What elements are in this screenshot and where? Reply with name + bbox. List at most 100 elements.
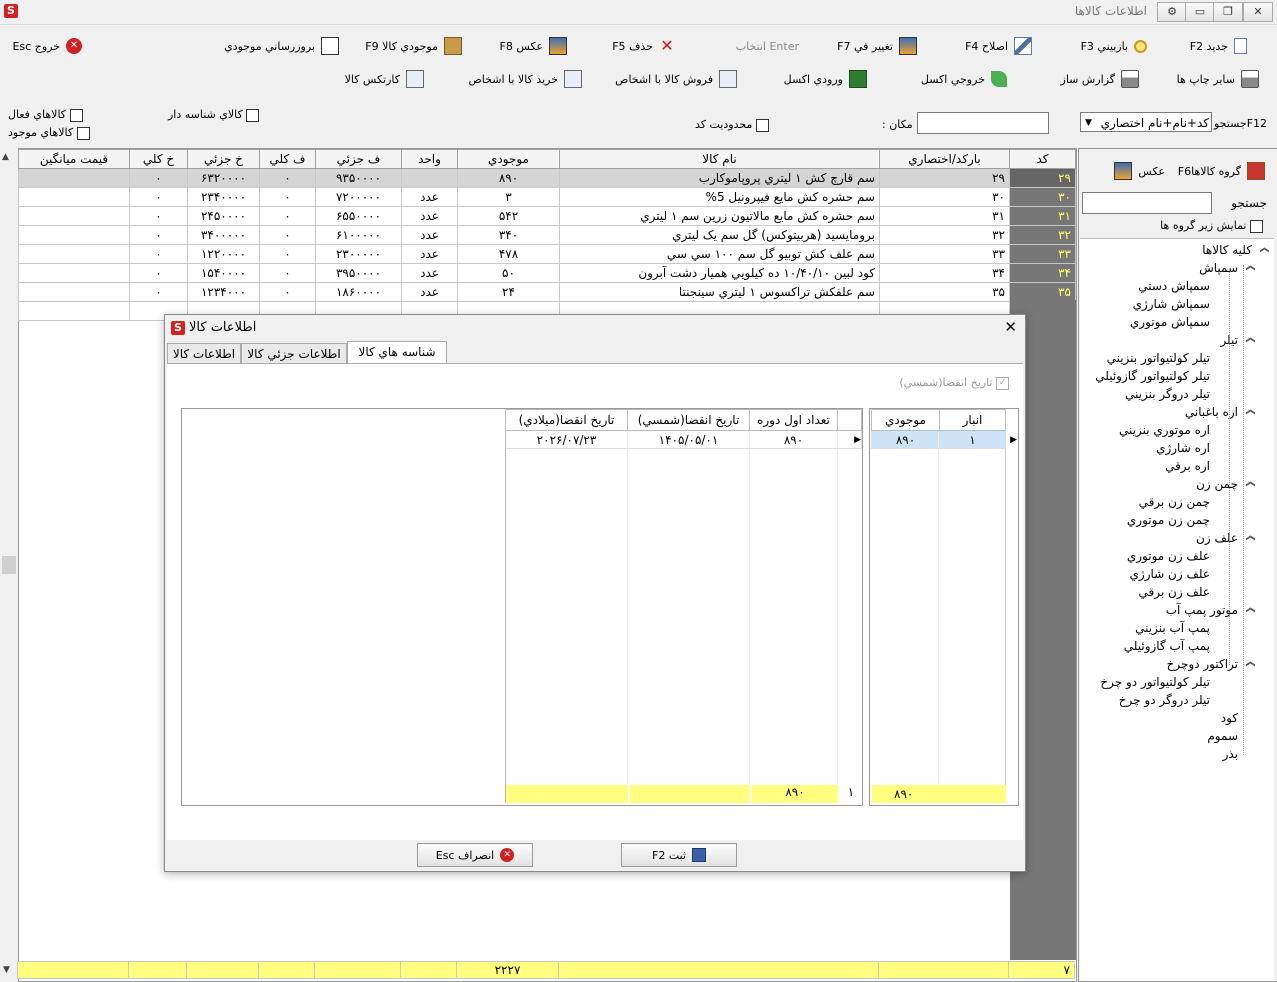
grid-col-header[interactable]: واحد	[401, 149, 458, 169]
scroll-down-icon[interactable]: ▼	[3, 965, 10, 975]
sidebar-photo-button[interactable]: عکس	[1114, 160, 1165, 182]
show-subgroups-checkbox[interactable]	[1250, 219, 1263, 233]
grid-col-header[interactable]: قيمت ميانگين	[18, 149, 130, 169]
grid-col-header[interactable]: موجودي	[457, 149, 560, 169]
sidebar-search-input[interactable]	[1082, 192, 1212, 214]
available-goods-filter[interactable]: کالاهاي موجود	[8, 126, 90, 140]
place-input[interactable]	[917, 112, 1049, 134]
restore-button[interactable]: ❐	[1213, 2, 1243, 22]
tree-node[interactable]: کليه کالاها	[1202, 243, 1252, 257]
goods-groups-button[interactable]: گروه کالاهاF6	[1178, 160, 1265, 182]
cancel-button[interactable]: ✕ انصراف Esc	[417, 843, 533, 867]
tree-node[interactable]: تيلر کولتيواتور بنزيني	[1107, 351, 1210, 365]
tree-node[interactable]: اره باغباني	[1185, 405, 1238, 419]
scrollbar-thumb[interactable]	[2, 556, 16, 574]
groups-tree[interactable]: کليه کالاها ❯ سمپاش ❯ سمپاش دستي سمپاش شارژي س…	[1080, 238, 1274, 981]
expiry-date-checkbox[interactable]: ✓	[996, 376, 1009, 390]
tree-node[interactable]: تيلر کولتيواتور دو چرخ	[1100, 675, 1210, 689]
tree-node[interactable]: موتور پمپ آب	[1166, 603, 1238, 617]
table-row[interactable]: ۲۹ ۲۹ سم قارچ کش ۱ ليتري پروپاموکارب ۸۹۰ ۹۳۵…	[18, 168, 1076, 188]
toolbar-excel-export-button[interactable]: خروجي اکسل	[921, 68, 1007, 90]
tree-node[interactable]: تيلر دروگر دو چرخ	[1119, 693, 1210, 707]
grid-col-header[interactable]: خ کلي	[129, 149, 188, 169]
chevron-down-icon[interactable]: ❯	[1259, 246, 1269, 254]
chevron-down-icon[interactable]: ❯	[1245, 606, 1255, 614]
toolbar-kardex-button[interactable]: کارتکس کالا	[345, 68, 424, 90]
tree-node[interactable]: سمپاش موتوري	[1130, 315, 1210, 329]
dialog-close-icon[interactable]: ✕	[1004, 318, 1017, 336]
available-goods-checkbox[interactable]	[76, 126, 90, 140]
table-row[interactable]: ۳۲ ۳۲ برومايسيد (هربيتوکس) گل سم يک ليتري ۳…	[18, 225, 1076, 245]
table-row[interactable]: ۳۳ ۳۳ سم علف کش توبيو گل سم ۱۰۰ سي سي ۴۷۸ عد…	[18, 244, 1076, 264]
toolbar-select-button[interactable]: Enter انتخاب	[736, 35, 799, 57]
table-row[interactable]: ۳۴ ۳۴ کود لبين ۱۰/۴۰/۱۰ ده کيلويي هميار دش…	[18, 263, 1076, 283]
toolbar-update-stock-button[interactable]: بروزرساني موجودي	[224, 35, 339, 57]
active-goods-checkbox[interactable]	[69, 108, 83, 122]
toolbar-excel-import-button[interactable]: ورودي اکسل	[784, 68, 867, 90]
scroll-up-icon[interactable]: ▲	[2, 152, 9, 162]
toolbar-purchase-button[interactable]: خريد کالا با اشخاص	[469, 68, 582, 90]
toolbar-delete-button[interactable]: ✕ حذف F5	[612, 35, 675, 57]
minimize-button[interactable]: ▭	[1185, 2, 1215, 22]
toolbar-edit-button[interactable]: اصلاح F4	[965, 35, 1032, 57]
serial-goods-checkbox[interactable]	[246, 108, 260, 122]
tab-goods-serials[interactable]: شناسه هاي کالا	[347, 341, 447, 365]
grid-col-header[interactable]: کد	[1009, 149, 1076, 169]
warehouse-table[interactable]: ▶ انبار موجودي ۱ ۸۹۰ ۸۹۰	[869, 408, 1019, 806]
toolbar-other-prints-button[interactable]: ساير چاپ ها	[1177, 68, 1259, 90]
chevron-down-icon[interactable]: ❯	[1245, 660, 1255, 668]
table-row[interactable]: ۳۰ ۳۰ سم حشره کش مايع فيپرونيل 5% ۳ عدد ۷۲۰۰۰…	[18, 187, 1076, 207]
toolbar-sales-button[interactable]: فروش کالا با اشخاص	[615, 68, 737, 90]
chevron-down-icon[interactable]: ❯	[1245, 408, 1255, 416]
tree-node[interactable]: پمپ آب بنزيني	[1135, 621, 1210, 635]
toolbar-exit-button[interactable]: ✕ خروج Esc	[12, 35, 82, 57]
tree-node[interactable]: تيلر دروگر بنزيني	[1125, 387, 1210, 401]
tab-goods-info[interactable]: اطلاعات کالا	[167, 343, 241, 364]
chevron-down-icon[interactable]: ❯	[1245, 264, 1255, 272]
toolbar-new-button[interactable]: جديد F2	[1190, 35, 1247, 57]
serials-table[interactable]: ▶ تعداد اول دوره تاريخ انقضا(شمسي) تاريخ…	[181, 408, 863, 806]
tree-node[interactable]: علف زن	[1196, 531, 1238, 545]
tree-node[interactable]: سمپاش	[1199, 261, 1238, 275]
grid-col-header[interactable]: ف جزئي	[315, 149, 402, 169]
code-limit-filter[interactable]: محدوديت کد	[695, 118, 769, 132]
tree-node[interactable]: چمن زن برقي	[1139, 495, 1210, 509]
app-settings-icon[interactable]: ⚙	[1157, 2, 1187, 22]
tree-node[interactable]: اره شارژي	[1156, 441, 1210, 455]
toolbar-change-button[interactable]: تغيير في F7	[837, 35, 917, 57]
toolbar-report-builder-button[interactable]: گزارش ساز	[1061, 68, 1139, 90]
grid-col-header[interactable]: بارکد/اختصاري	[879, 149, 1010, 169]
tree-node[interactable]: کود	[1221, 711, 1238, 725]
chevron-down-icon[interactable]: ❯	[1245, 480, 1255, 488]
tree-node[interactable]: سمپاش شارژي	[1133, 297, 1210, 311]
search-mode-select[interactable]: کد+نام+نام اختصاري ▼	[1080, 112, 1212, 132]
show-subgroups-filter[interactable]: نمايش زير گروه ها	[1160, 219, 1263, 233]
toolbar-review-button[interactable]: بازبيني F3	[1081, 35, 1147, 57]
table-row[interactable]: ۳۵ ۳۵ سم علفکش تراکسوس ۱ ليتري سينجنتا ۲۴ عد…	[18, 282, 1076, 302]
expiry-date-option[interactable]: ✓ تاريخ انقضا(شمسي)	[899, 376, 1009, 390]
tree-node[interactable]: تيلر کولتيواتور گازوئيلي	[1095, 369, 1210, 383]
grid-col-header[interactable]: ف کلي	[259, 149, 316, 169]
tab-goods-details[interactable]: اطلاعات جزئي کالا	[241, 343, 347, 364]
active-goods-filter[interactable]: کالاهاي فعال	[8, 108, 83, 122]
tree-node[interactable]: سمپاش دستي	[1138, 279, 1210, 293]
tree-node[interactable]: تراکتور دوچرخ	[1167, 657, 1238, 671]
save-button[interactable]: ثبت F2	[621, 843, 737, 867]
serial-goods-filter[interactable]: کالاي شناسه دار	[168, 108, 260, 122]
tree-node[interactable]: علف زن موتوري	[1127, 549, 1210, 563]
table-row[interactable]: ۳۱ ۳۱ سم حشره کش مايع مالاتيون زرين سم ۱ ل…	[18, 206, 1076, 226]
code-limit-checkbox[interactable]	[755, 118, 769, 132]
toolbar-photo-button[interactable]: عکس F8	[500, 35, 567, 57]
close-button[interactable]: ✕	[1243, 2, 1273, 22]
tree-node[interactable]: پمپ آب گازوئيلي	[1124, 639, 1210, 653]
table-row[interactable]: ۸۹۰ ۱۴۰۵/۰۵/۰۱ ۲۰۲۶/۰۷/۲۳	[505, 430, 862, 449]
tree-node[interactable]: چمن زن	[1196, 477, 1238, 491]
chevron-down-icon[interactable]: ❯	[1245, 534, 1255, 542]
tree-node[interactable]: علف زن شارژي	[1130, 567, 1210, 581]
toolbar-stock-button[interactable]: موجودي کالا F9	[365, 35, 462, 57]
tree-node[interactable]: چمن زن موتوري	[1127, 513, 1210, 527]
tree-node[interactable]: اره موتوري بنزيني	[1119, 423, 1210, 437]
tree-node[interactable]: اره برقي	[1165, 459, 1210, 473]
tree-node[interactable]: سموم	[1207, 729, 1238, 743]
chevron-down-icon[interactable]: ❯	[1245, 336, 1255, 344]
